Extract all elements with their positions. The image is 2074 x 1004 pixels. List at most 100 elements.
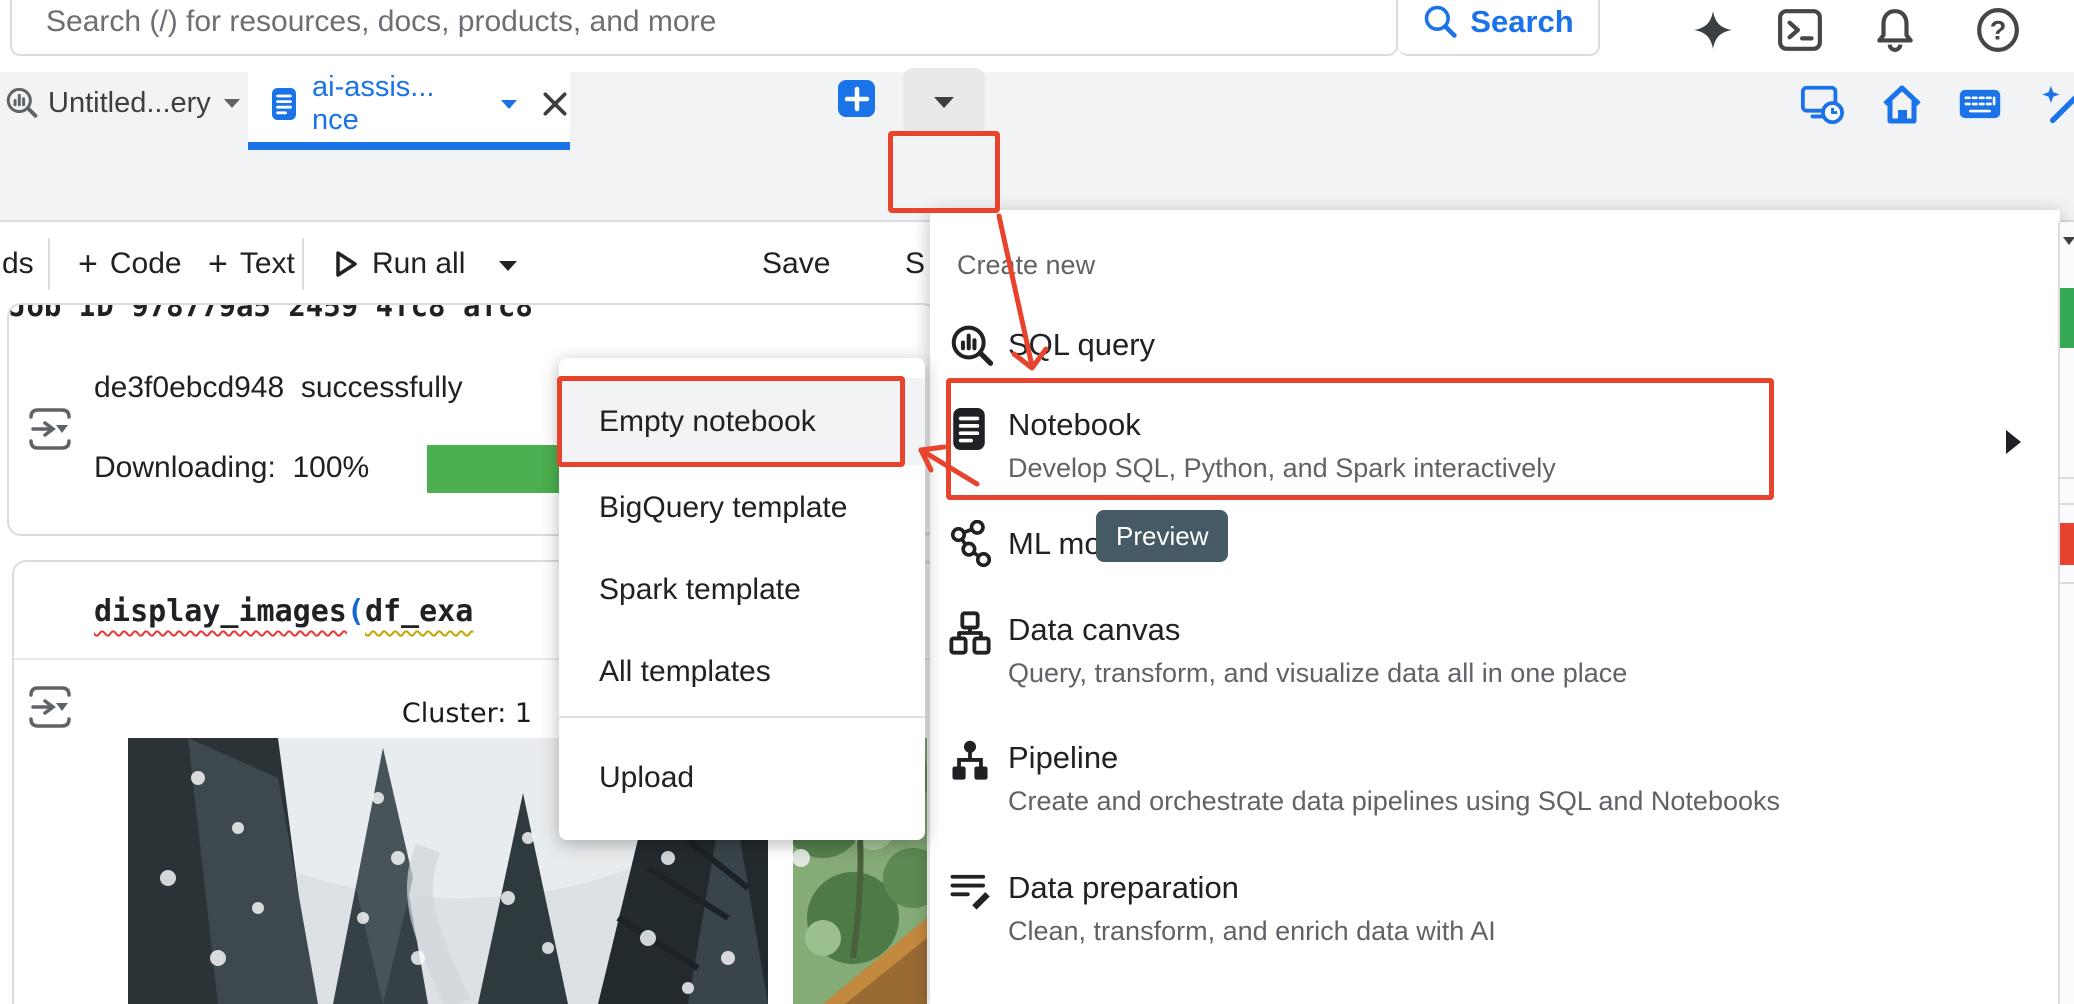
menu-item-label: Pipeline: [1008, 740, 1118, 776]
run-all-label: Run all: [372, 247, 465, 281]
search-button[interactable]: Search: [1398, 0, 1600, 56]
save-label: Save: [762, 247, 830, 281]
bigquery-studio-screen: Search (/) for resources, docs, products…: [0, 0, 2074, 1004]
toolbar-clipped-left-button[interactable]: ds: [2, 236, 34, 292]
home-icon[interactable]: [1880, 82, 1924, 126]
svg-text:?: ?: [1990, 14, 2007, 45]
submenu-item-bigquery-template[interactable]: BigQuery template: [559, 468, 925, 548]
search-input[interactable]: Search (/) for resources, docs, products…: [10, 0, 1398, 56]
magic-pen-icon[interactable]: [2040, 82, 2074, 126]
submenu-divider: [559, 716, 925, 718]
submenu-item-spark-template[interactable]: Spark template: [559, 550, 925, 630]
run-all-button[interactable]: Run all: [332, 236, 465, 292]
tab-options-dropdown-button[interactable]: [903, 68, 985, 135]
add-code-button[interactable]: + Code: [78, 236, 182, 292]
submenu-item-all-templates[interactable]: All templates: [559, 632, 925, 712]
progress-label: Downloading: 100%: [94, 451, 369, 485]
create-new-menu: Create new SQL query Notebook Develop SQ…: [930, 210, 2060, 1004]
save-button[interactable]: Save: [762, 236, 830, 292]
notebook-submenu: Empty notebook BigQuery template Spark t…: [559, 358, 925, 840]
search-icon: [1422, 4, 1458, 40]
tab-ai-assistance[interactable]: ai-assis... nce: [248, 58, 570, 150]
chevron-down-icon[interactable]: [498, 97, 520, 111]
chevron-down-icon[interactable]: [221, 96, 243, 110]
menu-item-description: Clean, transform, and enrich data with A…: [1008, 916, 1496, 947]
submenu-item-label: BigQuery template: [599, 491, 847, 525]
close-icon[interactable]: [540, 89, 570, 119]
code-editor-line[interactable]: display_images(df_exa: [94, 594, 473, 629]
search-placeholder: Search (/) for resources, docs, products…: [46, 5, 716, 39]
menu-item-label: SQL query: [1008, 327, 1155, 363]
tab-untitled-query[interactable]: Untitled...ery: [4, 58, 252, 148]
display-clock-icon[interactable]: [1800, 82, 1844, 126]
menu-item-pipeline[interactable]: Pipeline Create and orchestrate data pip…: [930, 738, 2060, 838]
add-text-button[interactable]: + Text: [208, 236, 295, 292]
menu-item-label: Data preparation: [1008, 870, 1239, 906]
submenu-item-label: All templates: [599, 655, 771, 689]
output-toggle-icon[interactable]: [26, 682, 74, 732]
menu-item-description: Develop SQL, Python, and Spark interacti…: [1008, 453, 1556, 484]
submenu-chevron-icon[interactable]: [2002, 427, 2024, 457]
new-tab-button[interactable]: [838, 80, 875, 117]
add-code-label: Code: [110, 247, 182, 281]
caret-down-icon: [2062, 236, 2074, 246]
toolbar-clipped-right-label: S: [905, 247, 925, 281]
submenu-item-empty-notebook[interactable]: Empty notebook: [559, 378, 925, 465]
menu-header: Create new: [957, 250, 1095, 281]
menu-item-notebook[interactable]: Notebook Develop SQL, Python, and Spark …: [930, 405, 2060, 505]
code-function: display_images: [94, 594, 347, 629]
menu-item-description: Create and orchestrate data pipelines us…: [1008, 786, 1780, 817]
code-argument: df_exa: [365, 594, 473, 629]
cloud-shell-icon[interactable]: [1776, 6, 1824, 54]
minimap-line: [2060, 503, 2074, 505]
search-button-label: Search: [1470, 4, 1573, 40]
editor-scrollbar-gutter[interactable]: [2058, 222, 2074, 1004]
toolbar-clipped-right-button[interactable]: S: [905, 236, 925, 292]
toolbar-clipped-left-label: ds: [2, 247, 34, 281]
minimap-red-marker: [2060, 523, 2074, 565]
minimap-line: [2060, 477, 2074, 479]
caret-down-icon: [931, 94, 957, 110]
submenu-item-upload[interactable]: Upload: [559, 738, 925, 818]
data-preparation-icon: [948, 868, 994, 914]
plus-icon: +: [208, 245, 228, 284]
run-icon: [332, 249, 360, 279]
plus-icon: [844, 86, 870, 112]
toolbar-divider: [48, 238, 50, 290]
sql-query-icon: [948, 323, 994, 369]
sql-query-icon: [4, 86, 38, 120]
data-canvas-icon: [948, 610, 994, 656]
ml-model-icon: [948, 520, 994, 566]
menu-item-ml-model[interactable]: ML model Preview: [930, 520, 2060, 580]
toolbar-divider: [302, 238, 304, 290]
code-paren: (: [347, 594, 365, 629]
menu-item-description: Query, transform, and visualize data all…: [1008, 658, 1627, 689]
tab-label: Untitled...ery: [48, 87, 211, 120]
notebook-icon: [948, 405, 994, 451]
minimap-line: [2060, 582, 2074, 584]
gemini-sparkle-icon[interactable]: [1689, 6, 1737, 54]
notebook-icon: [268, 86, 300, 122]
minimap-green-marker: [2060, 288, 2074, 348]
add-text-label: Text: [240, 247, 295, 281]
menu-item-data-preparation[interactable]: Data preparation Clean, transform, and e…: [930, 868, 2060, 968]
pipeline-icon: [948, 738, 994, 784]
tab-label: ai-assis... nce: [312, 71, 486, 137]
preview-badge: Preview: [1096, 510, 1228, 562]
submenu-item-label: Empty notebook: [599, 405, 816, 439]
menu-item-label: Notebook: [1008, 407, 1141, 443]
submenu-item-label: Spark template: [599, 573, 801, 607]
notifications-bell-icon[interactable]: [1871, 6, 1919, 54]
help-icon[interactable]: ?: [1974, 6, 2022, 54]
output-toggle-icon[interactable]: [26, 404, 74, 454]
menu-item-data-canvas[interactable]: Data canvas Query, transform, and visual…: [930, 610, 2060, 710]
keyboard-icon[interactable]: [1958, 82, 2002, 126]
clipped-output-line: Job ID 978779a5 2459 4fc8 afc8: [9, 305, 569, 343]
plus-icon: +: [78, 245, 98, 284]
menu-item-label: Data canvas: [1008, 612, 1180, 648]
cluster-title: Cluster: 1: [357, 698, 577, 729]
output-line: de3f0ebcd948 successfully: [94, 371, 463, 405]
run-options-caret[interactable]: [496, 258, 520, 273]
submenu-item-label: Upload: [599, 761, 694, 795]
menu-item-sql-query[interactable]: SQL query: [930, 315, 2060, 375]
